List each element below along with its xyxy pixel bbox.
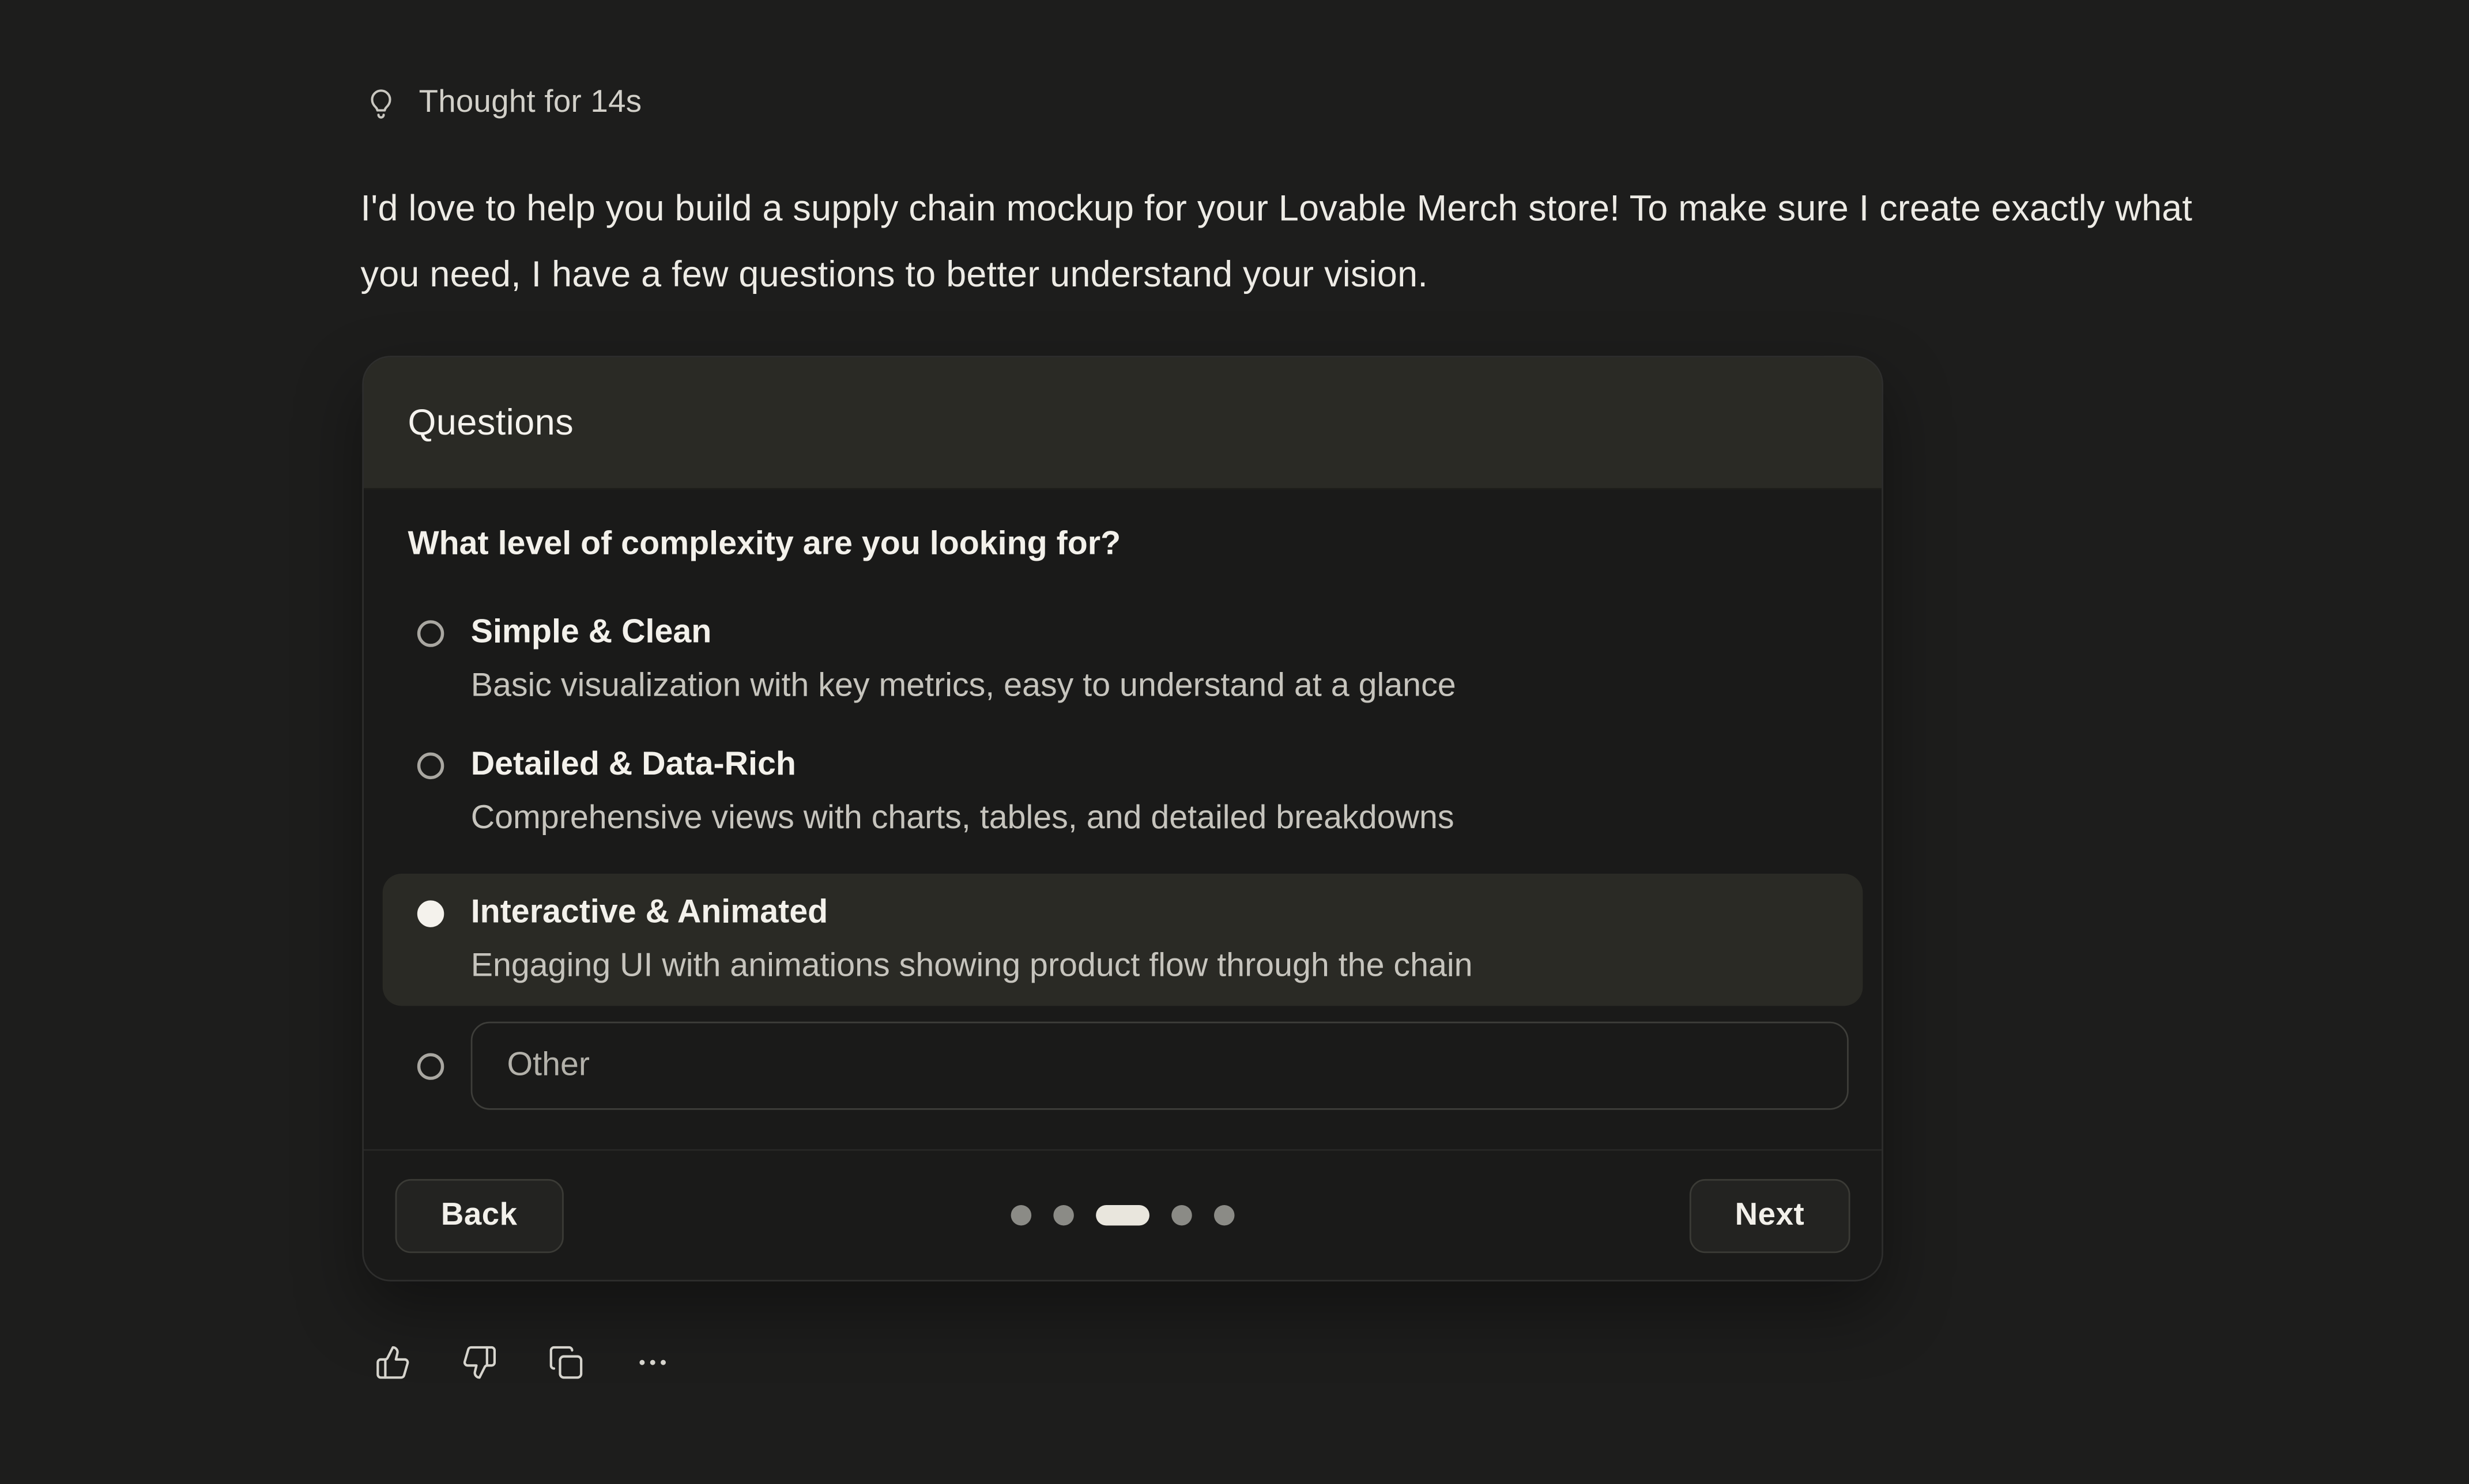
thumbs-down-button[interactable] [461,1345,497,1381]
assistant-message: I'd love to help you build a supply chai… [361,175,2206,307]
next-button[interactable]: Next [1689,1179,1850,1252]
option-detailed-data-rich[interactable]: Detailed & Data-Rich Comprehensive views… [408,742,1837,843]
questions-card-body: What level of complexity are you looking… [364,489,1882,1149]
other-option-input[interactable] [471,1022,1849,1110]
copy-icon [548,1345,585,1381]
questions-card-header: Questions [364,357,1882,489]
pagination-dot [1214,1205,1235,1226]
questions-card-footer: Back Next [364,1149,1882,1280]
back-button[interactable]: Back [395,1179,563,1252]
option-description: Comprehensive views with charts, tables,… [471,795,1454,842]
thumbs-up-button[interactable] [375,1345,411,1381]
pagination-dots [1011,1205,1235,1226]
thought-disclosure[interactable]: Thought for 14s [364,0,642,121]
option-radio-selected[interactable] [417,900,444,927]
more-options-button[interactable] [635,1345,671,1381]
option-radio[interactable] [417,1052,444,1079]
question-text: What level of complexity are you looking… [408,524,1837,565]
option-simple-clean[interactable]: Simple & Clean Basic visualization with … [408,609,1837,710]
option-label: Interactive & Animated [471,889,1473,937]
pagination-dot [1053,1205,1074,1226]
ellipsis-icon [635,1345,671,1381]
option-radio[interactable] [417,620,444,647]
thumbs-down-icon [461,1345,497,1381]
option-label: Detailed & Data-Rich [471,742,1454,789]
chat-message-area: Thought for 14s I'd love to help you bui… [0,0,2469,1484]
lightbulb-icon [364,86,398,120]
option-description: Engaging UI with animations showing prod… [471,943,1473,990]
pagination-dot-active [1096,1205,1149,1226]
option-radio[interactable] [417,753,444,779]
option-label: Simple & Clean [471,609,1456,656]
thumbs-up-icon [375,1345,411,1381]
option-description: Basic visualization with key metrics, ea… [471,663,1456,710]
thought-label: Thought for 14s [419,85,642,122]
copy-button[interactable] [548,1345,585,1381]
option-interactive-animated[interactable]: Interactive & Animated Engaging UI with … [383,874,1863,1006]
pagination-dot [1011,1205,1032,1226]
pagination-dot [1171,1205,1192,1226]
card-title: Questions [408,402,574,444]
message-actions [375,1345,2469,1381]
questions-card: Questions What level of complexity are y… [362,356,1883,1281]
option-other[interactable] [408,1022,1837,1110]
